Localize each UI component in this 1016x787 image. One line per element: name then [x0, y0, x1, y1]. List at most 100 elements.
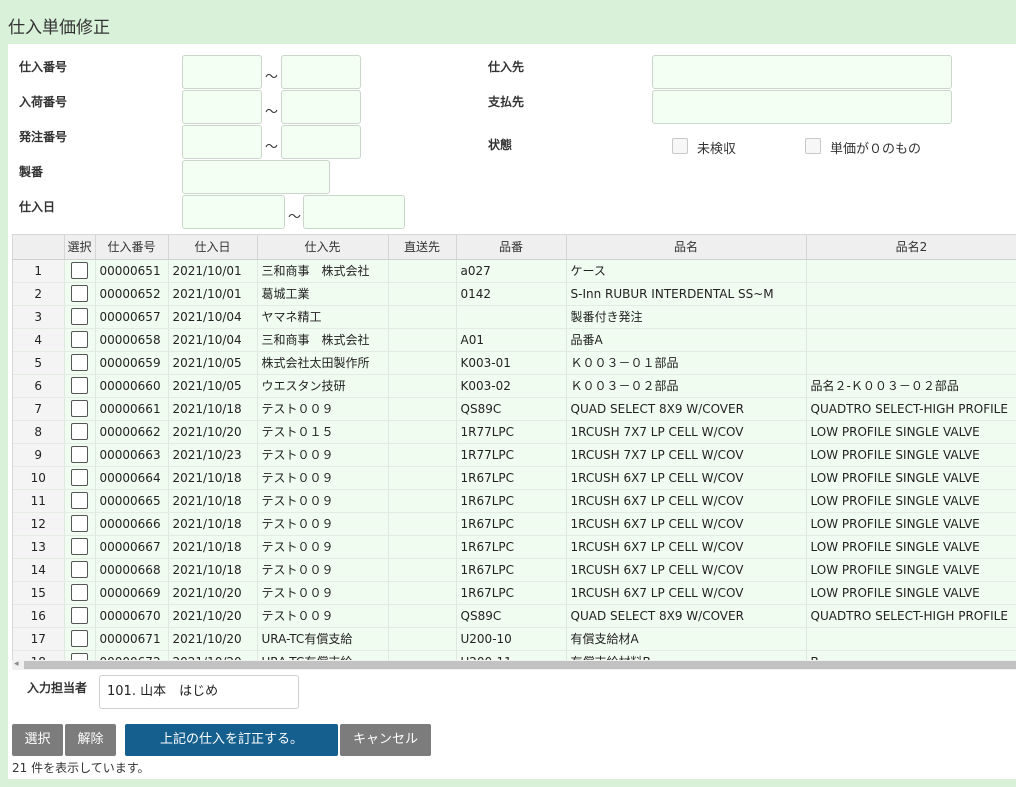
row-select[interactable] [64, 374, 96, 398]
select-all-button[interactable]: 選択 [12, 724, 63, 756]
row-select[interactable] [64, 535, 96, 559]
row-checkbox[interactable] [71, 308, 88, 325]
row-select[interactable] [64, 581, 96, 605]
row-checkbox[interactable] [71, 400, 88, 417]
cell-part-name: ケース [566, 259, 807, 283]
serial-input[interactable] [182, 160, 330, 194]
horizontal-scrollbar[interactable]: ◂ [12, 659, 1016, 670]
header-purchase-date[interactable]: 仕入日 [168, 235, 258, 260]
cancel-button[interactable]: キャンセル [340, 724, 431, 756]
table-row[interactable]: 17 00000671 2021/10/20 URA-TC有償支給 U200-10 有償支… [13, 627, 1016, 651]
row-checkbox[interactable] [71, 285, 88, 302]
table-row[interactable]: 4 00000658 2021/10/04 三和商事 株式会社 A01 品番A [13, 328, 1016, 352]
row-select[interactable] [64, 512, 96, 536]
row-checkbox[interactable] [71, 469, 88, 486]
cell-supplier: テスト０１５ [257, 420, 389, 444]
row-select[interactable] [64, 420, 96, 444]
row-checkbox[interactable] [71, 538, 88, 555]
order-no-from-input[interactable] [182, 125, 262, 159]
table-row[interactable]: 16 00000670 2021/10/20 テスト００９ QS89C QUAD SELE… [13, 604, 1016, 628]
table-row[interactable]: 5 00000659 2021/10/05 株式会社太田製作所 K003-01 Ｋ００３－… [13, 351, 1016, 375]
cell-purchase-no: 00000670 [95, 604, 169, 628]
cell-part-name2: LOW PROFILE SINGLE VALVE [806, 535, 1016, 559]
row-select[interactable] [64, 443, 96, 467]
table-row[interactable]: 8 00000662 2021/10/20 テスト０１５ 1R77LPC 1RCUSH 7… [13, 420, 1016, 444]
row-checkbox[interactable] [71, 331, 88, 348]
row-select[interactable] [64, 604, 96, 628]
row-number: 2 [13, 282, 65, 306]
table-row[interactable]: 12 00000666 2021/10/18 テスト００９ 1R67LPC 1RCUSH … [13, 512, 1016, 536]
row-select[interactable] [64, 627, 96, 651]
cell-purchase-no: 00000661 [95, 397, 169, 421]
table-row[interactable]: 7 00000661 2021/10/18 テスト００９ QS89C QUAD SELEC… [13, 397, 1016, 421]
scrollbar-thumb[interactable] [24, 661, 1016, 669]
scroll-left-icon[interactable]: ◂ [14, 659, 19, 669]
purchase-date-from-input[interactable] [182, 195, 285, 229]
row-select[interactable] [64, 282, 96, 306]
purchase-date-to-input[interactable] [303, 195, 405, 229]
row-checkbox[interactable] [71, 377, 88, 394]
cell-purchase-no: 00000657 [95, 305, 169, 329]
row-checkbox[interactable] [71, 423, 88, 440]
row-select[interactable] [64, 351, 96, 375]
row-number: 17 [13, 627, 65, 651]
row-checkbox[interactable] [71, 584, 88, 601]
row-checkbox[interactable] [71, 446, 88, 463]
payee-input[interactable] [652, 90, 952, 124]
row-checkbox[interactable] [71, 262, 88, 279]
zero-price-checkbox[interactable] [805, 138, 821, 154]
uninspected-checkbox[interactable] [672, 138, 688, 154]
table-row[interactable]: 10 00000664 2021/10/18 テスト００９ 1R67LPC 1RCUSH … [13, 466, 1016, 490]
receiving-no-to-input[interactable] [281, 90, 361, 124]
table-row[interactable]: 3 00000657 2021/10/04 ヤマネ精工 製番付き発注 [13, 305, 1016, 329]
purchase-table: 選択 仕入番号 仕入日 仕入先 直送先 品番 品名 品名2 1 00000651 2… [13, 235, 1016, 662]
row-select[interactable] [64, 328, 96, 352]
header-select[interactable]: 選択 [64, 235, 96, 260]
submit-correction-button[interactable]: 上記の仕入を訂正する。 [125, 724, 338, 756]
cell-part-no: 1R77LPC [456, 443, 567, 467]
row-number: 15 [13, 581, 65, 605]
header-part-name[interactable]: 品名 [566, 235, 807, 260]
row-select[interactable] [64, 558, 96, 582]
table-row[interactable]: 15 00000669 2021/10/20 テスト００９ 1R67LPC 1RCUSH … [13, 581, 1016, 605]
table-row[interactable]: 13 00000667 2021/10/18 テスト００９ 1R67LPC 1RCUSH … [13, 535, 1016, 559]
row-select[interactable] [64, 489, 96, 513]
header-supplier[interactable]: 仕入先 [257, 235, 389, 260]
supplier-input[interactable] [652, 55, 952, 89]
cell-purchase-no: 00000665 [95, 489, 169, 513]
table-row[interactable]: 6 00000660 2021/10/05 ウエスタン技研 K003-02 Ｋ００３－０２… [13, 374, 1016, 398]
row-checkbox[interactable] [71, 492, 88, 509]
table-row[interactable]: 9 00000663 2021/10/23 テスト００９ 1R77LPC 1RCUSH 7… [13, 443, 1016, 467]
table-row[interactable]: 11 00000665 2021/10/18 テスト００９ 1R67LPC 1RCUSH … [13, 489, 1016, 513]
header-purchase-no[interactable]: 仕入番号 [95, 235, 169, 260]
row-select[interactable] [64, 305, 96, 329]
receiving-no-label: 入荷番号 [19, 95, 68, 109]
row-select[interactable] [64, 397, 96, 421]
receiving-no-from-input[interactable] [182, 90, 262, 124]
order-no-to-input[interactable] [281, 125, 361, 159]
table-row[interactable]: 2 00000652 2021/10/01 葛城工業 0142 S-Inn RUBUR I… [13, 282, 1016, 306]
release-all-button[interactable]: 解除 [65, 724, 116, 756]
cell-part-no: U200-10 [456, 627, 567, 651]
row-checkbox[interactable] [71, 607, 88, 624]
cell-part-name: QUAD SELECT 8X9 W/COVER [566, 604, 807, 628]
purchase-no-to-input[interactable] [281, 55, 361, 89]
input-person-field[interactable]: 101. 山本 はじめ [99, 675, 299, 709]
table-body: 1 00000651 2021/10/01 三和商事 株式会社 a027 ケース 2 0000… [13, 259, 1016, 662]
table-row[interactable]: 1 00000651 2021/10/01 三和商事 株式会社 a027 ケース [13, 259, 1016, 283]
zero-price-label: 単価が０のもの [830, 142, 922, 157]
supplier-label: 仕入先 [488, 60, 525, 74]
row-select[interactable] [64, 259, 96, 283]
cell-part-name2: LOW PROFILE SINGLE VALVE [806, 420, 1016, 444]
table-row[interactable]: 14 00000668 2021/10/18 テスト００９ 1R67LPC 1RCUSH … [13, 558, 1016, 582]
row-checkbox[interactable] [71, 561, 88, 578]
cell-part-name2: LOW PROFILE SINGLE VALVE [806, 489, 1016, 513]
row-checkbox[interactable] [71, 630, 88, 647]
row-select[interactable] [64, 466, 96, 490]
row-checkbox[interactable] [71, 515, 88, 532]
header-part-no[interactable]: 品番 [456, 235, 567, 260]
row-checkbox[interactable] [71, 354, 88, 371]
header-direct-ship[interactable]: 直送先 [388, 235, 457, 260]
purchase-no-from-input[interactable] [182, 55, 262, 89]
header-part-name2[interactable]: 品名2 [806, 235, 1016, 260]
